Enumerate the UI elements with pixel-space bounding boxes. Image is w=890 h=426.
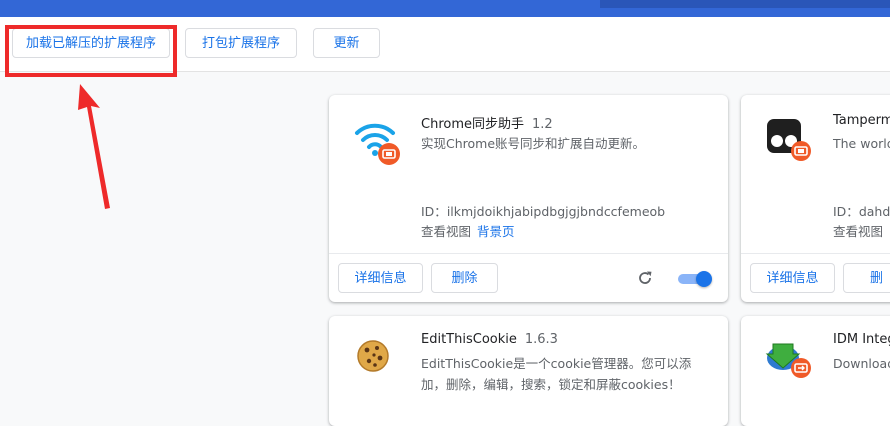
top-header-bar [0,0,890,17]
update-button[interactable]: 更新 [313,28,380,58]
extension-card-tampermonkey: Tamperm The world ID：dahdb 查看视图 详细信息 删 [741,95,890,302]
extension-description: The world [833,136,890,151]
enable-toggle[interactable] [678,271,712,287]
card-divider [329,253,728,254]
extension-title: EditThisCookie 1.6.3 [421,332,558,347]
card-divider [741,253,890,254]
remove-button[interactable]: 删除 [431,263,498,293]
header-search-area [600,0,890,8]
extension-id: ID：ilkmjdoikhjabipdbgjgjbndccfemeob [421,204,666,219]
extension-title: Tamperm [833,113,890,128]
extension-description-line-2: 加，删除，编辑，搜索，锁定和屏蔽cookies！ [421,377,681,392]
extension-card-idm: IDM Integ Download [741,316,890,426]
extension-card-chrome-sync: Chrome同步助手 1.2 实现Chrome账号同步和扩展自动更新。 ID：il… [329,95,728,302]
extension-card-editthiscookie: EditThisCookie 1.6.3 EditThisCookie是一个coo… [329,316,728,426]
extension-title: Chrome同步助手 1.2 [421,117,553,132]
cookie-icon [357,340,389,372]
annotation-highlight-box [5,25,177,77]
extension-description-line-1: EditThisCookie是一个cookie管理器。您可以添 [421,356,692,371]
inspect-views: 查看视图 背景页 [421,224,515,239]
pack-extension-button[interactable]: 打包扩展程序 [185,28,297,58]
details-button[interactable]: 详细信息 [750,263,835,293]
wifi-icon [355,123,400,165]
background-page-link[interactable]: 背景页 [477,224,515,239]
extension-description: 实现Chrome账号同步和扩展自动更新。 [421,136,646,151]
idm-icon [765,343,811,378]
reload-icon[interactable] [637,270,653,286]
details-button[interactable]: 详细信息 [338,263,423,293]
remove-button[interactable]: 删 [843,263,890,293]
extension-id: ID：dahdb [833,204,890,219]
tampermonkey-icon [767,119,811,161]
extension-title: IDM Integ [833,332,890,347]
extension-description: Download [833,356,890,371]
annotation-arrow-icon [78,84,110,209]
inspect-views: 查看视图 [833,224,884,239]
